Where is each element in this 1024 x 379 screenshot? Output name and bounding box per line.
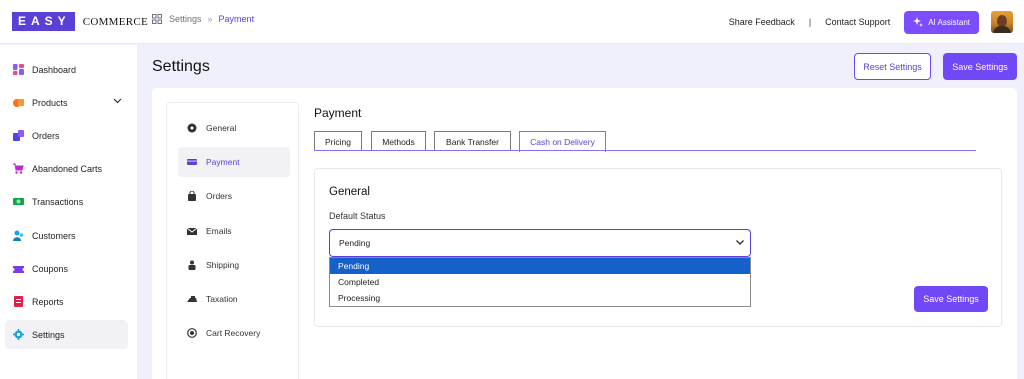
reports-icon xyxy=(14,296,23,307)
settings-nav-cart-recovery[interactable]: Cart Recovery xyxy=(178,318,290,348)
sidebar-item-label: Products xyxy=(32,97,68,108)
customers-icon xyxy=(13,230,24,241)
products-icon xyxy=(13,99,24,107)
sidebar-item-customers[interactable]: Customers xyxy=(5,221,128,250)
sidebar-item-coupons[interactable]: Coupons xyxy=(5,254,128,283)
tab-bank-transfer[interactable]: Bank Transfer xyxy=(434,131,511,151)
cart-recovery-icon xyxy=(187,328,197,338)
orders-icon xyxy=(13,130,24,141)
default-status-value: Pending xyxy=(339,238,371,248)
shipping-icon xyxy=(188,260,196,270)
sidebar-item-dashboard[interactable]: Dashboard xyxy=(5,55,128,84)
page-title: Settings xyxy=(152,58,210,75)
breadcrumb-current: Payment xyxy=(218,14,255,24)
transactions-icon xyxy=(13,198,24,205)
sidebar-item-label: Abandoned Carts xyxy=(32,163,103,174)
gear-icon xyxy=(13,329,24,340)
general-section-title: General xyxy=(329,186,370,198)
save-settings-inner-button[interactable]: Save Settings xyxy=(914,286,988,312)
sidebar-item-products[interactable]: Products xyxy=(5,88,128,117)
settings-nav-label: Orders xyxy=(206,191,232,201)
sidebar-item-label: Settings xyxy=(32,329,65,340)
nav-divider: | xyxy=(808,17,812,27)
option-completed[interactable]: Completed xyxy=(330,274,750,290)
sparkle-icon xyxy=(913,17,924,27)
settings-nav-emails[interactable]: Emails xyxy=(178,216,290,246)
settings-nav-label: Payment xyxy=(206,157,240,167)
taxation-icon xyxy=(187,296,197,302)
sidebar-item-label: Orders xyxy=(32,130,60,141)
option-processing[interactable]: Processing xyxy=(330,290,750,306)
cart-icon xyxy=(13,163,24,174)
logo-wordmark: COMMERCE xyxy=(82,15,149,28)
settings-nav-label: Emails xyxy=(206,226,232,236)
settings-nav-orders[interactable]: Orders xyxy=(178,181,290,211)
settings-nav-label: Shipping xyxy=(206,260,240,270)
sidebar-item-settings[interactable]: Settings xyxy=(5,320,128,349)
avatar[interactable] xyxy=(991,11,1013,33)
tab-methods[interactable]: Methods xyxy=(371,131,426,151)
general-icon xyxy=(187,123,197,133)
settings-nav-shipping[interactable]: Shipping xyxy=(178,250,290,280)
ai-assistant-label: AI Assistant xyxy=(928,17,970,27)
breadcrumb: Settings » Payment xyxy=(152,14,254,24)
tab-underline xyxy=(314,150,976,151)
logo[interactable]: EASY COMMERCE xyxy=(12,12,148,31)
share-feedback-link[interactable]: Share Feedback xyxy=(729,17,795,27)
payment-section-title: Payment xyxy=(314,106,362,120)
tab-cash-on-delivery[interactable]: Cash on Delivery xyxy=(519,131,606,152)
contact-support-link[interactable]: Contact Support xyxy=(825,17,890,27)
settings-nav-label: Taxation xyxy=(206,294,238,304)
sidebar-item-label: Reports xyxy=(32,296,64,307)
settings-nav-payment[interactable]: Payment xyxy=(178,147,290,177)
top-nav: Share Feedback | Contact Support AI Assi… xyxy=(729,0,1024,44)
top-bar: EASY COMMERCE Settings » Payment Share F… xyxy=(0,0,1024,44)
dashboard-icon xyxy=(13,64,24,75)
settings-nav-taxation[interactable]: Taxation xyxy=(178,284,290,314)
email-icon xyxy=(187,227,197,235)
settings-nav-label: Cart Recovery xyxy=(206,328,261,338)
sidebar-item-label: Dashboard xyxy=(32,64,77,75)
grid-icon xyxy=(152,14,162,24)
breadcrumb-separator: » xyxy=(207,14,213,24)
sidebar-item-abandoned-carts[interactable]: Abandoned Carts xyxy=(5,154,128,183)
tab-pricing[interactable]: Pricing xyxy=(314,131,362,151)
settings-nav-general[interactable]: General xyxy=(178,113,290,143)
avatar-shoulders xyxy=(993,26,1011,33)
logo-mark: EASY xyxy=(12,12,75,31)
sidebar-item-reports[interactable]: Reports xyxy=(5,287,128,316)
chevron-down-icon xyxy=(736,240,744,245)
chevron-down-icon[interactable] xyxy=(113,98,122,104)
coupons-icon xyxy=(13,266,24,273)
sidebar-item-orders[interactable]: Orders xyxy=(5,121,128,150)
breadcrumb-parent[interactable]: Settings xyxy=(169,14,202,24)
option-pending[interactable]: Pending xyxy=(330,258,750,274)
save-settings-button[interactable]: Save Settings xyxy=(943,53,1017,80)
default-status-select[interactable]: Pending xyxy=(329,229,751,257)
sidebar-item-transactions[interactable]: Transactions xyxy=(5,187,128,216)
sidebar-item-label: Coupons xyxy=(32,263,69,274)
payment-icon xyxy=(187,159,197,165)
sidebar-item-label: Customers xyxy=(32,230,76,241)
ai-assistant-button[interactable]: AI Assistant xyxy=(904,10,979,34)
default-status-label: Default Status xyxy=(329,211,386,221)
orders-bag-icon xyxy=(188,191,196,201)
default-status-options: Pending Completed Processing xyxy=(329,257,751,307)
settings-nav-label: General xyxy=(206,123,237,133)
reset-settings-button[interactable]: Reset Settings xyxy=(854,53,931,80)
sidebar-item-label: Transactions xyxy=(32,196,84,207)
